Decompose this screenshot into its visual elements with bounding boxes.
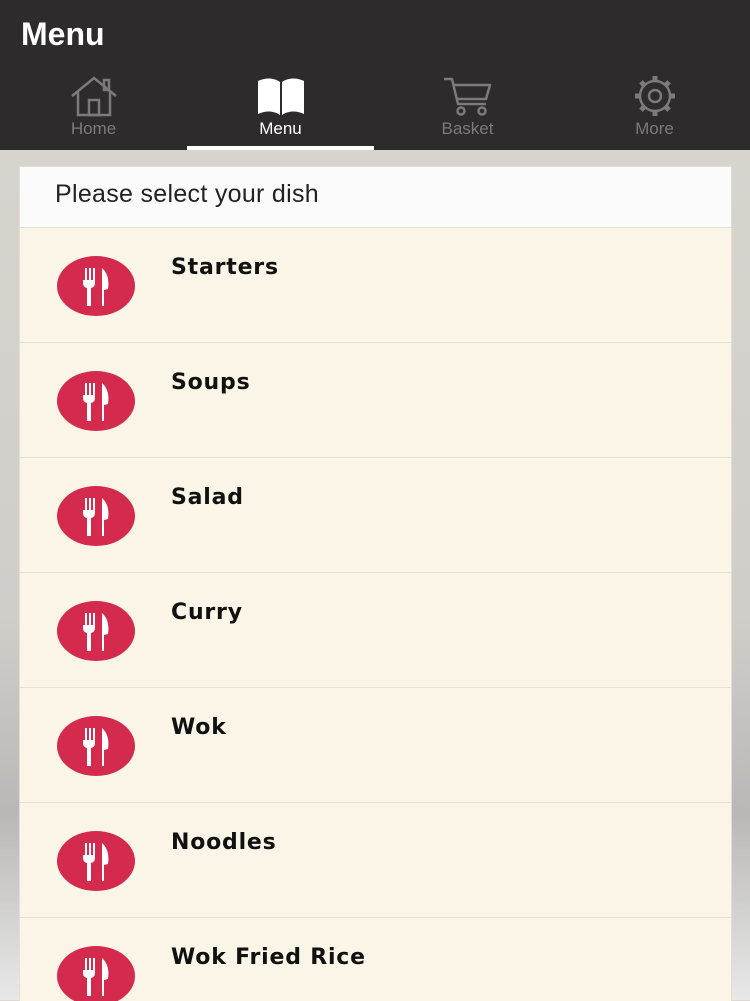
category-label: Wok [171, 715, 227, 740]
category-label: Wok Fried Rice [171, 945, 366, 970]
category-row-curry[interactable]: Curry [20, 573, 731, 688]
book-icon [257, 78, 304, 115]
tab-bar: Home Menu Basket More [0, 74, 750, 150]
category-row-wok-fried-rice[interactable]: Wok Fried Rice [20, 918, 731, 1001]
app-title: Menu [21, 16, 105, 52]
category-row-soups[interactable]: Soups [20, 343, 731, 458]
tab-menu[interactable]: Menu [187, 74, 374, 150]
panel-header-text: Please select your dish [55, 180, 319, 208]
tab-more-label: More [635, 119, 674, 138]
category-label: Starters [171, 255, 279, 280]
fork-knife-icon [57, 601, 135, 661]
tab-more[interactable]: More [561, 74, 748, 150]
home-icon [70, 76, 117, 117]
category-label: Noodles [171, 830, 277, 855]
fork-knife-icon [57, 371, 135, 431]
category-label: Curry [171, 600, 243, 625]
gear-icon [634, 76, 675, 116]
category-row-starters[interactable]: Starters [20, 228, 731, 343]
fork-knife-icon [57, 716, 135, 776]
cart-icon [443, 77, 491, 116]
category-row-wok[interactable]: Wok [20, 688, 731, 803]
app-bar: Menu Home Menu Basket More [0, 0, 750, 150]
dish-category-panel: Please select your dish Starters Soups S… [19, 166, 732, 1001]
category-label: Salad [171, 485, 244, 510]
fork-knife-icon [57, 256, 135, 316]
fork-knife-icon [57, 486, 135, 546]
tab-basket[interactable]: Basket [374, 74, 561, 150]
tab-home[interactable]: Home [0, 74, 187, 150]
tab-home-label: Home [70, 119, 117, 138]
fork-knife-icon [57, 946, 135, 1001]
category-row-salad[interactable]: Salad [20, 458, 731, 573]
category-row-noodles[interactable]: Noodles [20, 803, 731, 918]
tab-basket-label: Basket [441, 119, 494, 138]
panel-header: Please select your dish [20, 167, 731, 228]
tab-menu-label: Menu [259, 119, 302, 138]
fork-knife-icon [57, 831, 135, 891]
category-label: Soups [171, 370, 251, 395]
